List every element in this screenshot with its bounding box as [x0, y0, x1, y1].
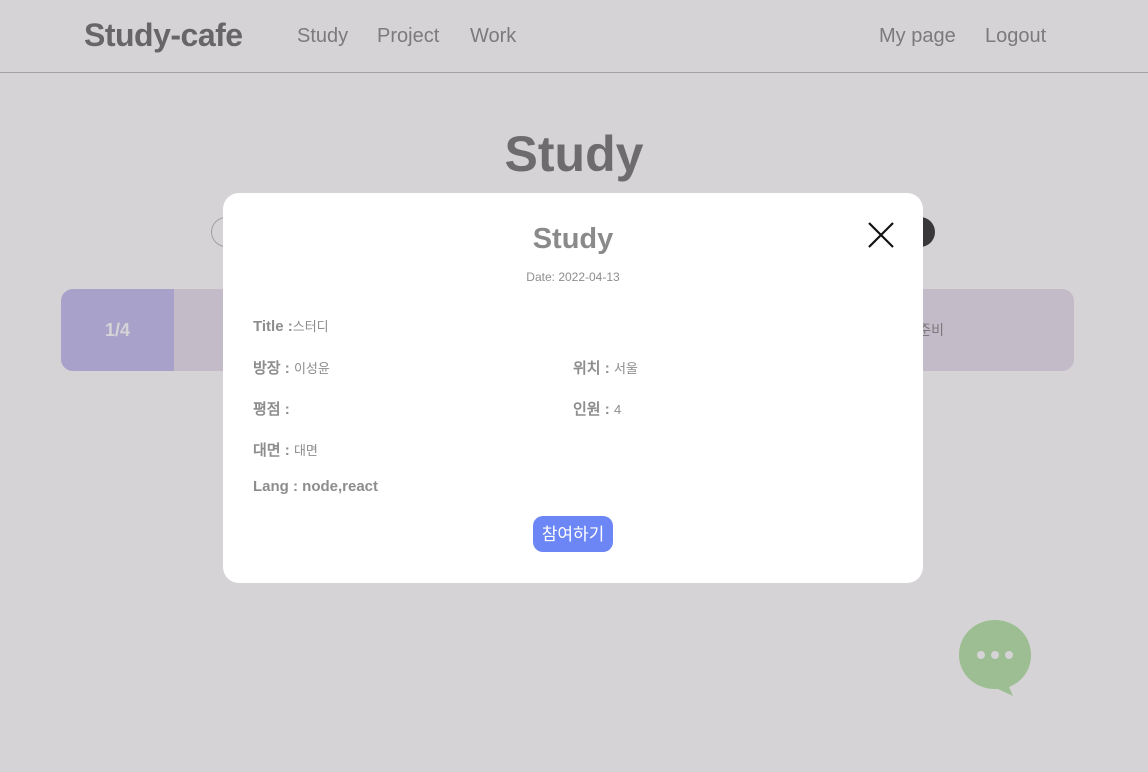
field-title-value: 스터디 [292, 319, 329, 334]
study-detail-modal: Study Date: 2022-04-13 Title :스터디 방장 : 이… [223, 193, 923, 583]
field-meet-value: 대면 [293, 443, 318, 458]
field-location-value: 서울 [613, 361, 638, 376]
modal-title: Study [532, 223, 614, 255]
field-rating-label: 평점 : [253, 401, 290, 418]
field-leader-value: 이성윤 [293, 361, 330, 376]
modal-date: Date: 2022-04-13 [526, 270, 620, 284]
field-title: Title :스터디 [253, 316, 329, 335]
field-leader-label: 방장 : [253, 360, 294, 377]
field-location: 위치 : 서울 [573, 357, 638, 378]
field-leader: 방장 : 이성윤 [253, 357, 330, 378]
field-meet-label: 대면 : [253, 442, 294, 459]
close-icon[interactable] [867, 221, 895, 249]
field-members: 인원 : 4 [573, 398, 621, 419]
field-title-label: Title : [253, 318, 293, 335]
field-rating: 평점 : [253, 398, 290, 419]
field-members-label: 인원 : [573, 401, 614, 418]
join-button[interactable]: 참여하기 [533, 516, 613, 552]
field-lang: Lang : node,react [253, 478, 379, 495]
field-location-label: 위치 : [573, 360, 614, 377]
field-meet-type: 대면 : 대면 [253, 439, 318, 460]
field-members-value: 4 [613, 402, 622, 417]
